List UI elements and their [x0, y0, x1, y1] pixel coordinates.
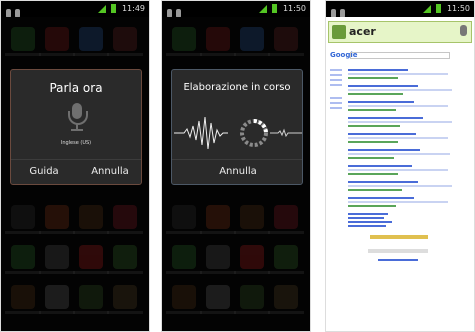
result-snippet [348, 153, 450, 155]
result-title[interactable] [348, 85, 418, 87]
notification-icons [167, 3, 187, 18]
related-search-link[interactable] [348, 225, 386, 227]
processing-dialog: Elaborazione in corso Annulla [171, 69, 303, 185]
browser-view: acer Google [326, 17, 474, 331]
result-url [348, 141, 398, 143]
battery-icon [272, 4, 278, 13]
status-bar: 11:49 [1, 1, 149, 18]
result-title[interactable] [348, 165, 412, 167]
status-time: 11:50 [282, 4, 306, 13]
result-snippet [348, 89, 452, 91]
notification-icons [331, 3, 351, 18]
sidebar-link[interactable] [330, 69, 342, 71]
result-url [348, 77, 398, 79]
cancel-button[interactable]: Annulla [172, 160, 304, 184]
result-snippet [348, 105, 448, 107]
status-bar: 11:50 [326, 1, 474, 18]
signal-icon [97, 4, 106, 13]
dialog-button-row: Annulla [172, 159, 302, 184]
status-right: 11:50 [258, 3, 306, 15]
result-title[interactable] [348, 197, 414, 199]
result-url [348, 205, 396, 207]
help-button[interactable]: Guida [11, 160, 77, 184]
result-title[interactable] [348, 181, 418, 183]
microphone-icon [67, 103, 88, 134]
sidebar-link[interactable] [330, 79, 342, 81]
processing-spinner-icon [240, 119, 268, 147]
sidebar-link[interactable] [330, 97, 342, 99]
status-time: 11:50 [446, 4, 470, 13]
result-url [348, 157, 394, 159]
status-right: 11:49 [97, 3, 145, 15]
status-bar: 11:50 [162, 1, 310, 18]
related-search-link[interactable] [348, 217, 384, 219]
result-url [348, 125, 400, 127]
result-snippet [348, 121, 452, 123]
notification-icons [6, 3, 26, 18]
dialog-title: Parla ora [49, 81, 103, 95]
result-snippet [348, 73, 448, 75]
battery-icon [111, 4, 117, 13]
cancel-button[interactable]: Annulla [77, 160, 143, 184]
result-title[interactable] [348, 133, 416, 135]
related-search-link[interactable] [348, 221, 392, 223]
dialog-button-row: Guida Annulla [11, 159, 141, 184]
result-snippet [348, 169, 448, 171]
result-url [348, 189, 402, 191]
results-search-box[interactable] [350, 52, 450, 59]
result-snippet [348, 201, 448, 203]
phone-screen-speak-now: 11:49 Parla ora Inglese (US) Guida Annul… [0, 0, 150, 332]
waveform-icon [174, 116, 302, 150]
microphone-icon[interactable] [460, 25, 467, 36]
sidebar-link[interactable] [330, 102, 342, 104]
status-time: 11:49 [121, 4, 145, 13]
related-search-link[interactable] [348, 213, 388, 215]
result-title[interactable] [348, 69, 408, 71]
search-query[interactable]: acer [349, 25, 376, 39]
search-bar[interactable]: acer [328, 21, 472, 43]
result-snippet [348, 137, 448, 139]
phone-screen-search-results: 11:50 acer Google [325, 0, 475, 332]
language-label[interactable]: Inglese (US) [11, 140, 141, 146]
google-search-icon [332, 25, 346, 39]
speak-now-dialog: Parla ora Inglese (US) Guida Annulla [10, 69, 142, 185]
bottom-search-box[interactable] [368, 249, 428, 253]
result-url [348, 93, 403, 95]
signal-icon [422, 4, 431, 13]
battery-icon [436, 4, 442, 13]
result-url [348, 109, 396, 111]
footer-links[interactable] [378, 259, 418, 261]
result-url [348, 173, 398, 175]
result-title[interactable] [348, 117, 423, 119]
sidebar-link[interactable] [330, 107, 342, 109]
status-right: 11:50 [422, 3, 470, 15]
result-snippet [348, 185, 452, 187]
pagination-logo[interactable] [370, 235, 428, 239]
search-results-page: Google [328, 47, 472, 331]
result-title[interactable] [348, 101, 414, 103]
dialog-title: Elaborazione in corso [183, 82, 291, 93]
sidebar-link[interactable] [330, 84, 342, 86]
phone-screen-processing: 11:50 Elaborazione in corso Annulla [161, 0, 311, 332]
signal-icon [258, 4, 267, 13]
result-title[interactable] [348, 149, 420, 151]
sidebar-link[interactable] [330, 74, 342, 76]
